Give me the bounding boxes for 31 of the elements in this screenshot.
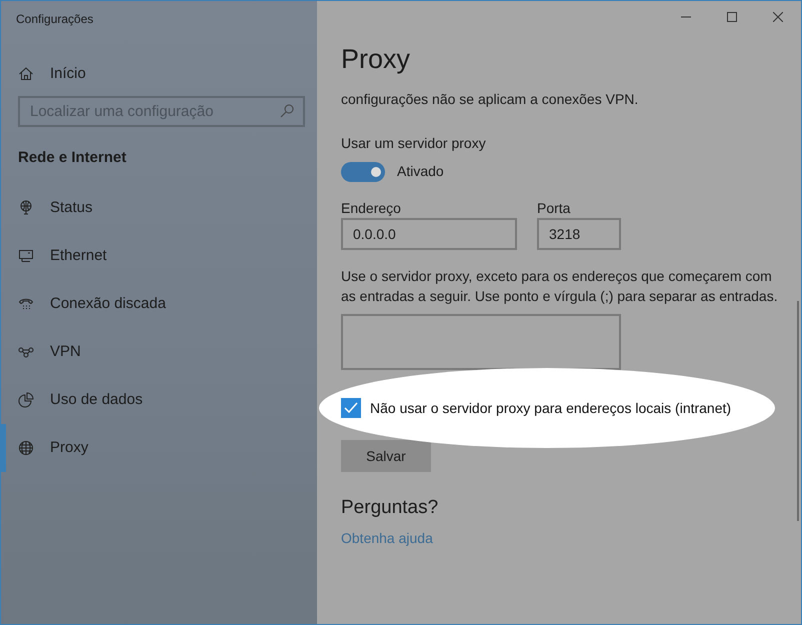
nav-item[interactable]: Conexão discada xyxy=(1,280,317,328)
exceptions-text: Use o servidor proxy, exceto para os endereços que começarem com as entradas a seguir. Use ponto e vírgula (;) para separar as entradas. xyxy=(341,267,779,306)
save-button[interactable]: Salvar xyxy=(341,440,431,472)
nav-item[interactable]: Ethernet xyxy=(1,232,317,280)
description-text: configurações não se aplicam a conexões VPN. xyxy=(341,90,640,109)
nav-item[interactable]: VPN xyxy=(1,328,317,376)
nav-item[interactable]: Status xyxy=(1,184,317,232)
globe-icon xyxy=(18,440,34,456)
nav-item[interactable]: Uso de dados xyxy=(1,376,317,424)
toggle-switch[interactable] xyxy=(341,162,385,182)
local-checkbox[interactable]: Não usar o servidor proxy para endereços locais (intranet) xyxy=(341,398,732,418)
globe-monitor-icon xyxy=(18,200,34,216)
pie-chart-icon xyxy=(18,392,34,408)
address-field[interactable]: 0.0.0.0 xyxy=(341,218,517,250)
ethernet-icon xyxy=(18,248,34,264)
port-label: Porta xyxy=(537,199,572,218)
window-title: Configurações xyxy=(16,11,94,27)
help-link[interactable]: Obtenha ajuda xyxy=(341,528,433,549)
home-icon xyxy=(18,66,34,82)
section-heading: Rede e Internet xyxy=(18,148,128,167)
questions-heading: Perguntas? xyxy=(341,496,440,520)
toggle-label: Usar um servidor proxy xyxy=(341,134,487,153)
maximize-icon xyxy=(727,12,737,22)
close-icon xyxy=(773,12,783,22)
home-link[interactable]: Início xyxy=(18,64,317,84)
page-title: Proxy xyxy=(341,43,412,76)
port-field[interactable]: 3218 xyxy=(537,218,621,250)
phone-icon xyxy=(18,296,34,312)
search-icon xyxy=(279,103,295,119)
toggle-state: Ativado xyxy=(397,162,444,181)
address-label: Endereço xyxy=(341,199,402,218)
